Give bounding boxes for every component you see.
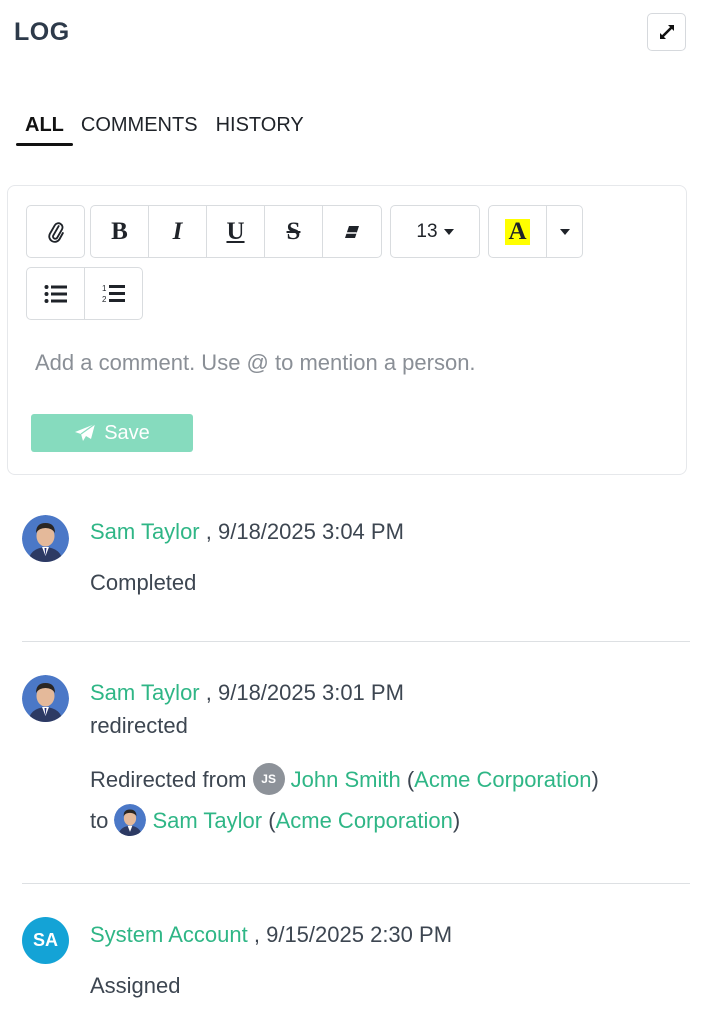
bold-icon: B	[111, 217, 128, 245]
avatar: JS	[252, 763, 285, 795]
highlight-group: A	[488, 205, 583, 258]
redirect-to-line: to Sam Taylor (Acme Corporation)	[90, 804, 460, 838]
page-title: LOG	[14, 18, 70, 46]
numbered-list-icon: 1 2	[102, 284, 125, 304]
italic-icon: I	[172, 217, 183, 245]
font-size-value: 13	[416, 220, 438, 242]
clear-format-button[interactable]	[323, 206, 381, 257]
strikethrough-icon: S	[286, 217, 301, 245]
redirect-from-prefix: Redirected from	[90, 766, 247, 792]
numbered-list-button[interactable]: 1 2	[85, 268, 142, 319]
svg-text:1: 1	[102, 284, 107, 293]
entry-timestamp: , 9/18/2025 3:01 PM	[205, 680, 404, 705]
save-button[interactable]: Save	[31, 414, 193, 452]
paper-plane-icon	[75, 423, 96, 441]
author-link[interactable]: Sam Taylor	[90, 680, 200, 705]
attach-button[interactable]	[27, 206, 84, 257]
strikethrough-button[interactable]: S	[265, 206, 323, 257]
entry-header: Sam Taylor , 9/18/2025 3:04 PM	[90, 519, 404, 545]
avatar	[22, 675, 69, 722]
divider	[22, 641, 690, 642]
avatar	[114, 804, 147, 836]
user-avatar-icon	[22, 515, 69, 562]
author-link[interactable]: Sam Taylor	[90, 519, 200, 544]
paperclip-icon	[47, 221, 64, 243]
user-avatar-icon	[22, 675, 69, 722]
highlight-color-icon: A	[505, 218, 530, 245]
avatar: SA	[22, 917, 69, 964]
redirect-from-line: Redirected from JS John Smith (Acme Corpo…	[90, 763, 599, 797]
org-link[interactable]: Acme Corporation	[276, 808, 453, 833]
format-group: B I U S	[90, 205, 382, 258]
comment-input[interactable]: Add a comment. Use @ to mention a person…	[35, 350, 476, 376]
tab-history[interactable]: HISTORY	[216, 110, 304, 146]
underline-button[interactable]: U	[207, 206, 265, 257]
expand-button[interactable]	[647, 13, 686, 51]
tab-comments[interactable]: COMMENTS	[81, 110, 198, 146]
entry-text: Completed	[90, 570, 197, 595]
user-link[interactable]: John Smith	[291, 767, 401, 792]
author-link[interactable]: System Account	[90, 922, 248, 947]
comment-editor: B I U S 13 A 1 2 Add a comment. Use @ to…	[7, 185, 687, 475]
list-group: 1 2	[26, 267, 143, 320]
bold-button[interactable]: B	[91, 206, 149, 257]
user-link[interactable]: Sam Taylor	[152, 808, 262, 833]
bullet-list-button[interactable]	[27, 268, 85, 319]
divider	[22, 883, 690, 884]
log-tabs: ALL COMMENTS HISTORY	[16, 110, 322, 146]
underline-icon: U	[226, 217, 245, 245]
entry-text: Assigned	[90, 973, 181, 998]
font-size-group: 13	[390, 205, 480, 258]
entry-action: redirected	[90, 713, 188, 738]
attach-group	[26, 205, 85, 258]
user-avatar-icon	[114, 804, 147, 836]
redirect-to-prefix: to	[90, 807, 109, 833]
tab-all[interactable]: ALL	[16, 110, 73, 146]
expand-arrows-icon	[659, 25, 674, 39]
svg-text:2: 2	[102, 295, 107, 304]
highlight-button[interactable]: A	[489, 206, 547, 257]
eraser-icon	[345, 225, 359, 238]
entry-header: System Account , 9/15/2025 2:30 PM	[90, 922, 452, 948]
font-size-dropdown[interactable]: 13	[391, 206, 479, 257]
entry-timestamp: , 9/15/2025 2:30 PM	[253, 922, 453, 947]
entry-timestamp: , 9/18/2025 3:04 PM	[205, 519, 404, 544]
caret-down-icon	[559, 228, 570, 235]
caret-down-icon	[443, 228, 454, 235]
entry-header: Sam Taylor , 9/18/2025 3:01 PM	[90, 680, 404, 706]
save-label: Save	[104, 421, 150, 444]
org-link[interactable]: Acme Corporation	[414, 767, 591, 792]
italic-button[interactable]: I	[149, 206, 207, 257]
avatar	[22, 515, 69, 562]
highlight-dropdown[interactable]	[547, 206, 582, 257]
bulleted-list-icon	[44, 284, 67, 303]
